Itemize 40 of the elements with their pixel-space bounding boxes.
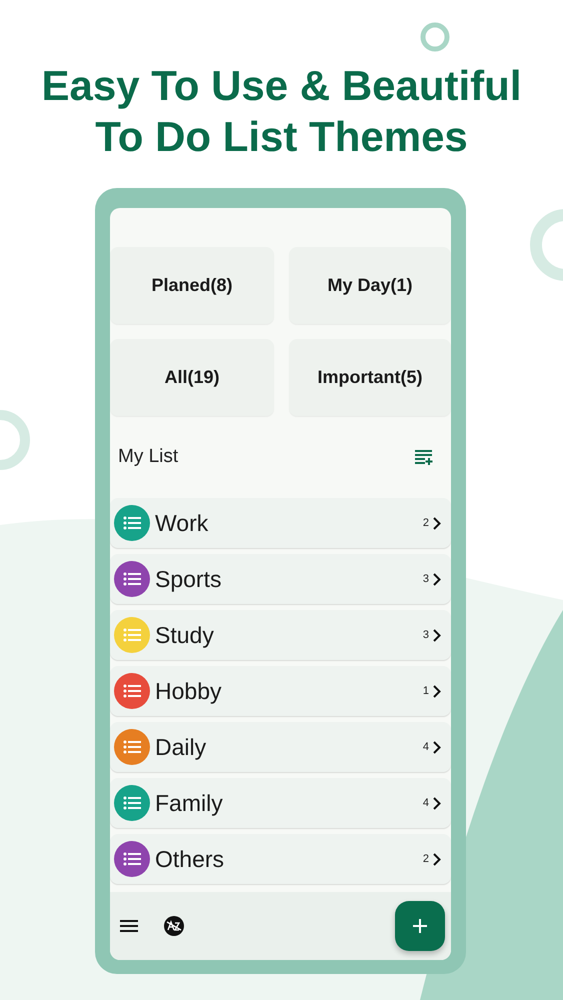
list-name: Work bbox=[155, 510, 210, 536]
category-tile[interactable]: My Day(1) bbox=[289, 247, 451, 324]
chevron-icon bbox=[433, 572, 441, 586]
list-name: Daily bbox=[155, 734, 208, 760]
headline: Easy To Use & Beautiful bbox=[41, 61, 522, 111]
list-name: Sports bbox=[155, 566, 222, 592]
list-item[interactable]: Study 3 bbox=[110, 610, 451, 660]
list-item[interactable]: Work 2 bbox=[110, 498, 451, 548]
chevron-icon bbox=[433, 740, 441, 754]
chevron-icon bbox=[433, 684, 441, 698]
list-name: Study bbox=[155, 622, 215, 648]
category-tile[interactable]: All(19) bbox=[110, 339, 274, 416]
item-count: 4 bbox=[422, 741, 429, 753]
plus-icon bbox=[412, 918, 428, 934]
chevron-icon bbox=[433, 852, 441, 866]
list-item[interactable]: Hobby 1 bbox=[110, 666, 451, 716]
list-item[interactable]: Others 2 bbox=[110, 834, 451, 884]
chevron-icon bbox=[433, 516, 441, 530]
add-button[interactable] bbox=[395, 901, 445, 951]
item-count: 2 bbox=[422, 853, 429, 865]
list-item[interactable]: Sports 3 bbox=[110, 554, 451, 604]
list-name: Others bbox=[155, 846, 226, 872]
headline: To Do List Themes bbox=[95, 112, 468, 162]
menu-icon[interactable] bbox=[120, 919, 138, 933]
item-count: 4 bbox=[422, 797, 429, 809]
list-item[interactable]: Family 4 bbox=[110, 778, 451, 828]
item-count: 2 bbox=[422, 517, 429, 529]
chevron-icon bbox=[433, 796, 441, 810]
item-count: 1 bbox=[422, 685, 429, 697]
item-count: 3 bbox=[422, 629, 429, 641]
list-name: Hobby bbox=[155, 678, 222, 704]
section-title: My List bbox=[118, 446, 178, 468]
item-count: 3 bbox=[422, 573, 429, 585]
list-name: Family bbox=[155, 790, 224, 816]
chevron-icon bbox=[433, 628, 441, 642]
sort-icon[interactable] bbox=[164, 916, 184, 936]
add-list-icon[interactable] bbox=[415, 449, 433, 465]
category-tile[interactable]: Important(5) bbox=[289, 339, 451, 416]
list-item[interactable]: Daily 4 bbox=[110, 722, 451, 772]
category-tile[interactable]: Planed(8) bbox=[110, 247, 274, 324]
